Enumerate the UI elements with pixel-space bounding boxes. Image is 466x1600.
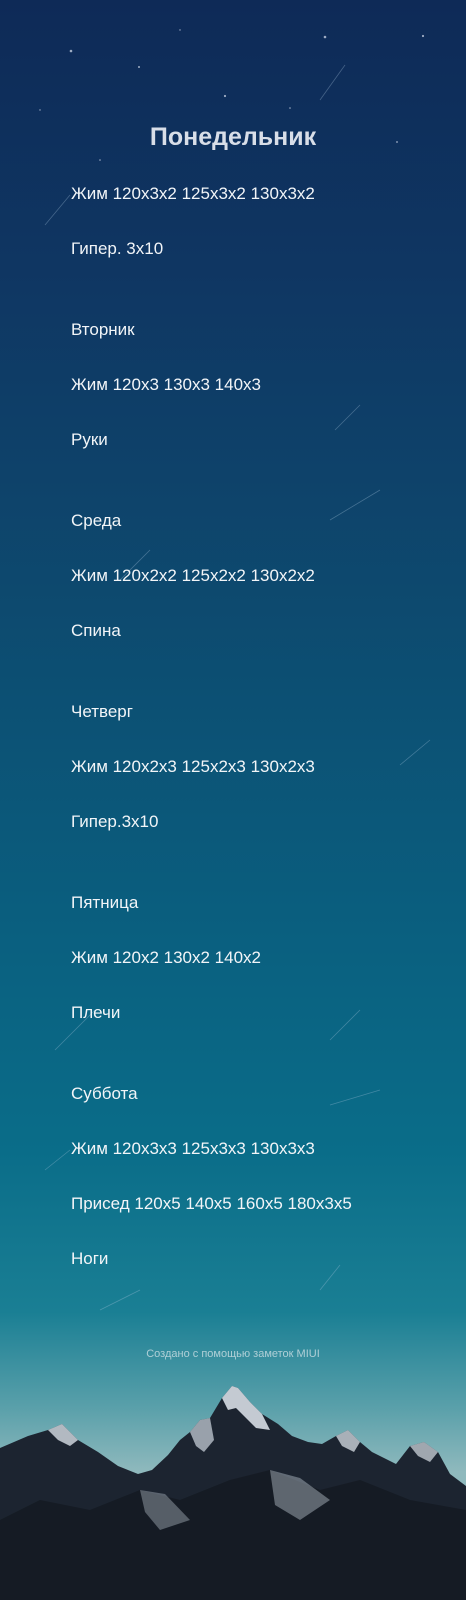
- note-line: Гипер. 3х10: [71, 239, 164, 258]
- day-heading: Четверг: [71, 702, 133, 721]
- note-line: Жим 120х3х2 125х3х2 130х3х2: [71, 184, 315, 203]
- note-line: Ноги: [71, 1249, 109, 1268]
- day-heading: Среда: [71, 511, 122, 530]
- day-heading: Вторник: [71, 320, 135, 339]
- note-line: Жим 120х2х3 125х2х3 130х2х3: [71, 757, 315, 776]
- note-line: Присед 120х5 140х5 160х5 180х3х5: [71, 1194, 352, 1213]
- note-line: Гипер.3х10: [71, 812, 159, 831]
- day-heading: Пятница: [71, 893, 139, 912]
- note-line: Плечи: [71, 1003, 121, 1022]
- note-line: Жим 120х2 130х2 140х2: [71, 948, 262, 967]
- note-line: Жим 120х2х2 125х2х2 130х2х2: [71, 566, 315, 585]
- note-line: Спина: [71, 621, 121, 640]
- footer-credit: Создано с помощью заметок MIUI: [146, 1348, 320, 1360]
- note-line: Жим 120х3 130х3 140х3: [71, 375, 262, 394]
- note-line: Жим 120х3х3 125х3х3 130х3х3: [71, 1139, 315, 1158]
- note-line: Руки: [71, 430, 108, 449]
- note-title: Понедельник: [149, 123, 317, 151]
- note-content[interactable]: Понедельник Жим 120х3х2 125х3х2 130х3х2 …: [0, 0, 466, 1600]
- day-heading: Суббота: [71, 1084, 138, 1103]
